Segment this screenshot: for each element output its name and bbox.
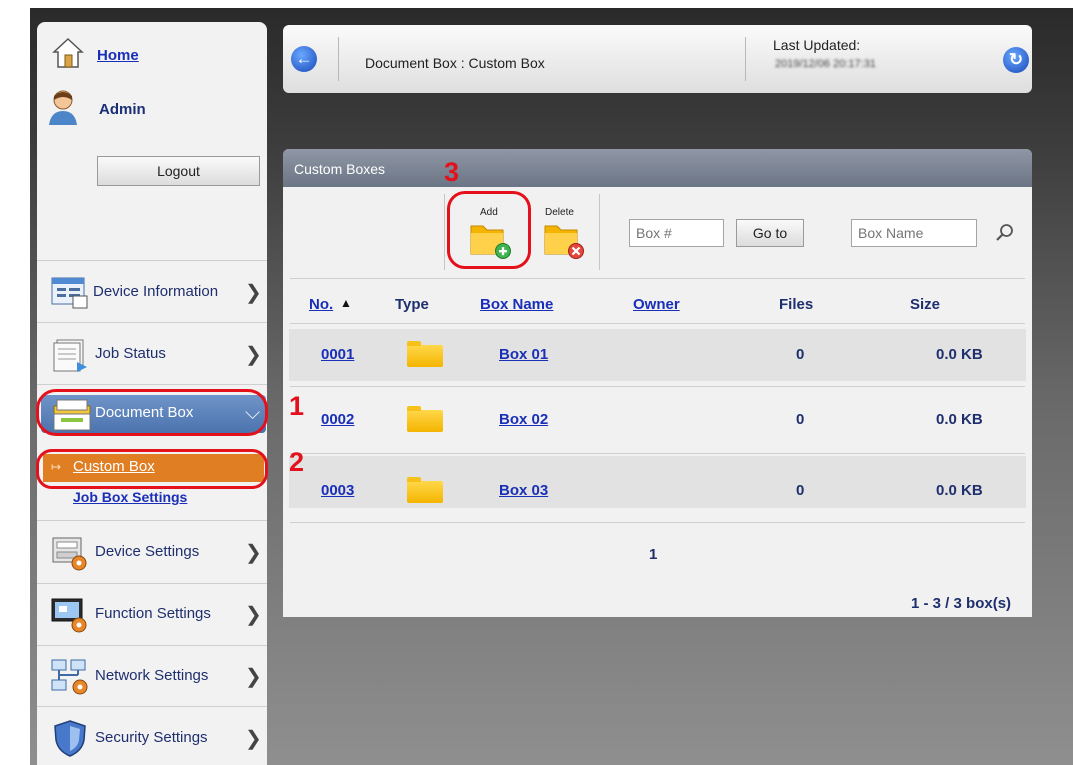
annotation-number: 1 [289, 391, 305, 421]
sidebar-item-label: Function Settings [95, 605, 211, 622]
column-header-size: Size [910, 296, 941, 313]
job-status-icon [53, 339, 87, 372]
page-number[interactable]: 1 [649, 546, 657, 563]
box-name-input[interactable] [851, 219, 977, 247]
custom-boxes-panel: Custom Boxes Add Delete Go to No. ▲ Type [283, 149, 1032, 617]
function-settings-icon [51, 598, 87, 633]
sidebar-item-device-settings[interactable]: Device Settings ❯ [37, 522, 267, 582]
box-number-link[interactable]: 0001 [321, 346, 354, 363]
box-count: 1 - 3 / 3 box(s) [911, 595, 1012, 612]
refresh-icon[interactable]: ↻ [1003, 47, 1029, 73]
sort-ascending-icon: ▲ [340, 296, 352, 310]
box-number-link[interactable]: 0002 [321, 411, 354, 428]
user-name: Admin [99, 101, 146, 118]
sidebar-item-label: Device Information [93, 283, 219, 300]
sidebar-item-function-settings[interactable]: Function Settings ❯ [37, 584, 267, 644]
divider [745, 37, 746, 81]
sidebar-item-label: Device Settings [95, 543, 200, 560]
annotation-ring-custom-box [36, 449, 268, 489]
column-header-no[interactable]: No. [309, 296, 333, 313]
box-name-link[interactable]: Box 02 [499, 411, 548, 428]
box-size: 0.0 KB [936, 411, 983, 428]
divider [37, 520, 267, 521]
box-files: 0 [796, 411, 805, 428]
user-avatar-icon [49, 90, 77, 125]
box-files: 0 [796, 346, 805, 363]
sidebar-item-network-settings[interactable]: Network Settings ❯ [37, 646, 267, 706]
box-number-input[interactable] [629, 219, 724, 247]
column-header-box-name[interactable]: Box Name [480, 296, 553, 313]
device-information-icon [51, 277, 88, 309]
header-bar: ← Document Box : Custom Box Last Updated… [283, 25, 1032, 93]
chevron-right-icon: ❯ [245, 542, 262, 564]
divider [37, 322, 267, 323]
divider [338, 37, 339, 81]
divider [444, 194, 445, 270]
sidebar-item-job-status[interactable]: Job Status ❯ [37, 324, 267, 384]
annotation-number: 3 [444, 157, 460, 187]
logout-button[interactable]: Logout [97, 156, 260, 186]
home-link[interactable]: Home [97, 47, 139, 64]
column-header-owner[interactable]: Owner [633, 296, 680, 313]
sidebar-item-label: Network Settings [95, 667, 209, 684]
delete-folder-icon [544, 225, 584, 259]
box-size: 0.0 KB [936, 482, 983, 499]
device-settings-icon [52, 537, 87, 571]
divider [290, 453, 1025, 454]
breadcrumb: Document Box : Custom Box [365, 55, 545, 71]
panel-header: Custom Boxes [283, 149, 1032, 187]
annotation-ring-add [447, 191, 531, 269]
table-row [289, 456, 1026, 508]
back-arrow-icon[interactable]: ← [291, 46, 317, 72]
annotation-number: 2 [289, 447, 305, 477]
sidebar-item-label: Security Settings [95, 729, 208, 746]
shield-icon [54, 720, 86, 757]
divider [37, 260, 267, 261]
search-icon[interactable] [995, 223, 1015, 243]
box-name-link[interactable]: Box 01 [499, 346, 548, 363]
divider [290, 522, 1025, 523]
annotation-ring-document-box [36, 389, 268, 436]
folder-icon [407, 477, 443, 503]
divider [37, 384, 267, 385]
chevron-right-icon: ❯ [245, 344, 262, 366]
column-header-type: Type [395, 296, 429, 313]
network-settings-icon [51, 659, 88, 695]
chevron-right-icon: ❯ [245, 604, 262, 626]
box-files: 0 [796, 482, 805, 499]
table-row [289, 329, 1026, 381]
delete-label: Delete [545, 207, 574, 218]
chevron-right-icon: ❯ [245, 728, 262, 750]
folder-icon [407, 341, 443, 367]
divider [290, 323, 1025, 324]
column-header-files: Files [779, 296, 814, 313]
chevron-right-icon: ❯ [245, 666, 262, 688]
last-updated-timestamp: 2019/12/06 20:17:31 [775, 58, 876, 70]
home-icon[interactable] [51, 36, 85, 70]
sidebar-item-label: Job Status [95, 345, 166, 362]
delete-box-button[interactable]: Delete [543, 201, 593, 265]
box-name-link[interactable]: Box 03 [499, 482, 548, 499]
box-number-link[interactable]: 0003 [321, 482, 354, 499]
panel-title: Custom Boxes [294, 161, 386, 177]
divider [37, 706, 267, 707]
divider [599, 194, 600, 270]
sidebar-subitem-job-box-settings[interactable]: Job Box Settings [73, 489, 187, 505]
box-size: 0.0 KB [936, 346, 983, 363]
folder-icon [407, 406, 443, 432]
divider [290, 386, 1025, 387]
divider [290, 278, 1025, 279]
sidebar-item-security-settings[interactable]: Security Settings ❯ [37, 708, 267, 765]
sidebar-item-device-information[interactable]: Device Information ❯ [37, 262, 267, 322]
last-updated-label: Last Updated: [773, 37, 861, 53]
go-to-button[interactable]: Go to [736, 219, 804, 247]
chevron-right-icon: ❯ [245, 282, 262, 304]
